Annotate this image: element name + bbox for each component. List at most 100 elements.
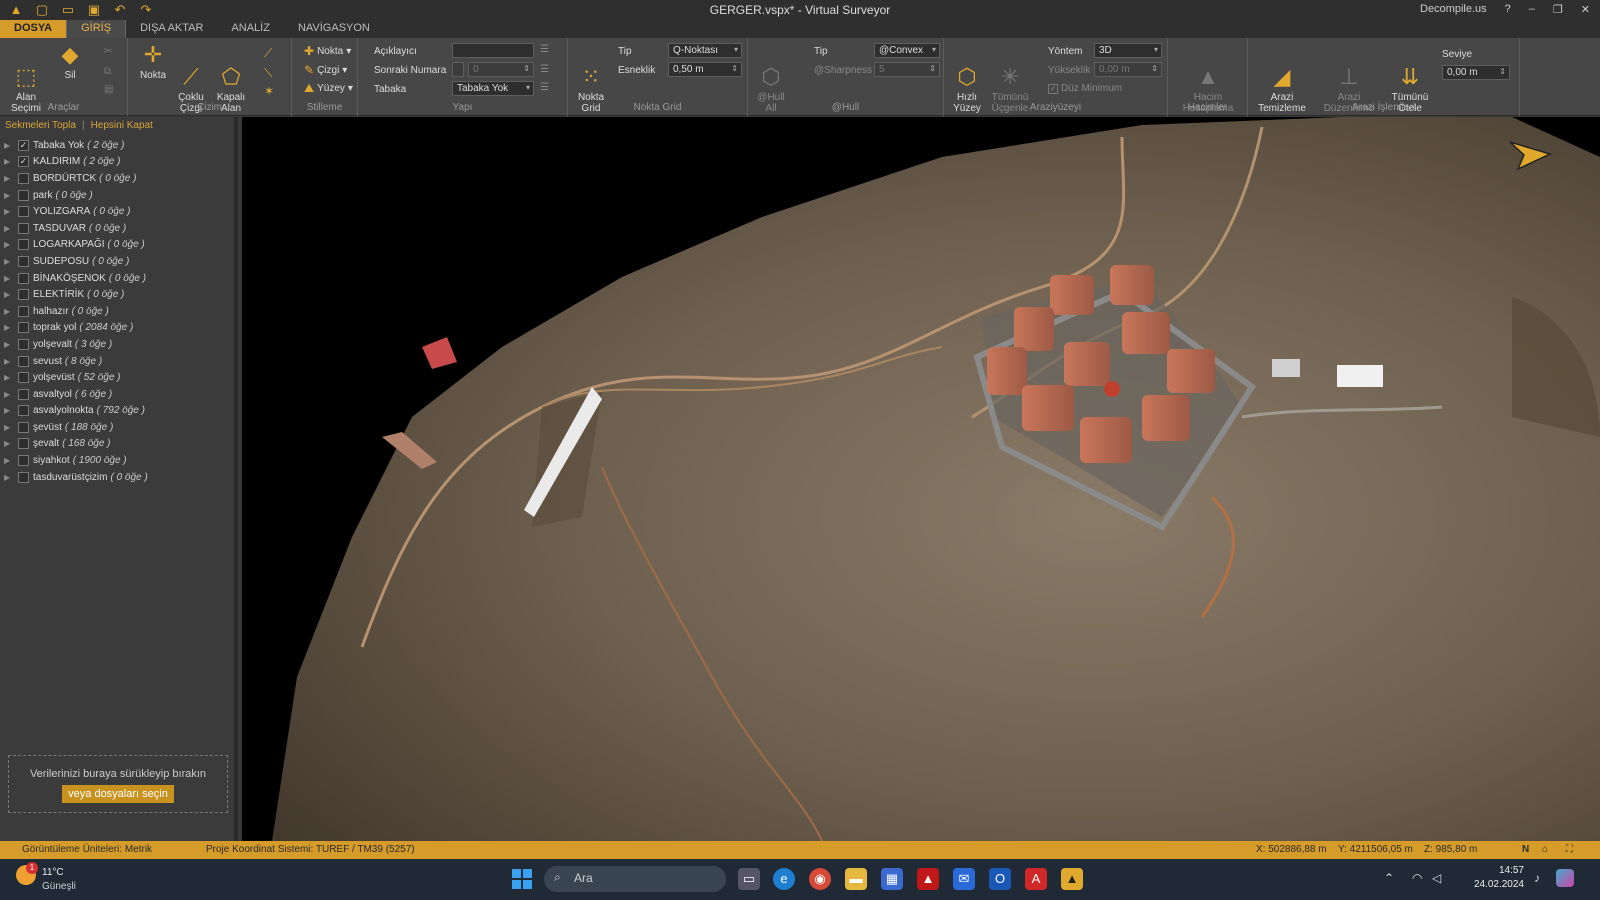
layer-row[interactable]: ▶ yolşevüst( 52 öğe ) (4, 369, 232, 386)
close-all-link[interactable]: Hepsini Kapat (91, 120, 153, 131)
layer-checkbox[interactable] (18, 421, 29, 433)
expand-icon[interactable]: ▶ (4, 323, 18, 332)
layer-checkbox[interactable] (18, 405, 29, 417)
layer-row[interactable]: ▶ SUDEPOSU( 0 öğe ) (4, 253, 232, 270)
next-number-checkbox[interactable] (452, 62, 464, 77)
draw-tool-2-icon[interactable]: ⟍ (264, 66, 272, 81)
save-icon[interactable]: ▣ (86, 2, 102, 18)
layer-row[interactable]: ▶ sevust( 8 öğe ) (4, 353, 232, 370)
expand-icon[interactable]: ▶ (4, 157, 18, 166)
layer-row[interactable]: ▶ asvalyolnokta( 792 öğe ) (4, 403, 232, 420)
tab-disa-aktar[interactable]: DIŞA AKTAR (126, 20, 217, 38)
layer-checkbox[interactable] (18, 322, 29, 334)
layer-row[interactable]: ▶ park( 0 öğe ) (4, 187, 232, 204)
layer-checkbox[interactable] (18, 239, 29, 251)
expand-icon[interactable]: ▶ (4, 257, 18, 266)
layer-checkbox[interactable] (18, 222, 29, 234)
point-button[interactable]: ✛ Nokta (138, 42, 168, 81)
decompile-link[interactable]: Decompile.us (1420, 3, 1487, 16)
next-number-input[interactable]: 0 ⇕ (468, 62, 534, 77)
flat-minimum-checkbox[interactable]: ✓ Düz Minimum (1048, 83, 1122, 94)
mail-icon[interactable]: ✉ (953, 868, 975, 890)
expand-icon[interactable]: ▶ (4, 456, 18, 465)
paste-icon[interactable]: ▤ (104, 84, 113, 95)
task-view-icon[interactable]: ▭ (738, 868, 760, 890)
expand-icon[interactable]: ▶ (4, 174, 18, 183)
layer-row[interactable]: ▶ siyahkot( 1900 öğe ) (4, 452, 232, 469)
list-icon[interactable]: ☰ (540, 44, 549, 55)
expand-icon[interactable]: ▶ (4, 473, 18, 482)
app-red-icon[interactable]: ▲ (917, 868, 939, 890)
layer-checkbox[interactable] (18, 438, 29, 450)
cut-icon[interactable]: ✂ (104, 46, 112, 57)
home-icon[interactable]: ⌂ (1542, 844, 1548, 855)
clock-time[interactable]: 14:57 (1478, 865, 1524, 876)
layer-row[interactable]: ▶ şevüst( 188 öğe ) (4, 419, 232, 436)
minimize-button[interactable]: ‒ (1529, 3, 1535, 16)
layer-checkbox[interactable]: ✓ (18, 139, 29, 151)
height-input[interactable]: 0,00 m ⇕ (1094, 62, 1162, 77)
choose-files-button[interactable]: veya dosyaları seçin (62, 785, 174, 803)
taskbar-search[interactable]: ⌕ Ara (544, 866, 726, 892)
layer-checkbox[interactable] (18, 255, 29, 267)
expand-icon[interactable]: ▶ (4, 373, 18, 382)
delete-button[interactable]: ◆ Sil (52, 42, 88, 81)
open-folder-icon[interactable]: ▭ (60, 2, 76, 18)
layer-checkbox[interactable] (18, 206, 29, 218)
chrome-icon[interactable]: ◉ (809, 868, 831, 890)
edge-icon[interactable]: e (773, 868, 795, 890)
expand-icon[interactable]: ▶ (4, 274, 18, 283)
new-file-icon[interactable]: ▢ (34, 2, 50, 18)
layer-checkbox[interactable] (18, 388, 29, 400)
flexibility-input[interactable]: 0,50 m ⇕ (668, 62, 742, 77)
layer-row[interactable]: ▶ ✓ Tabaka Yok( 2 öğe ) (4, 137, 232, 154)
expand-icon[interactable]: ▶ (4, 240, 18, 249)
tab-giris[interactable]: GİRİŞ (66, 20, 127, 38)
expand-icon[interactable]: ▶ (4, 224, 18, 233)
expand-icon[interactable]: ▶ (4, 290, 18, 299)
hull-type-select[interactable]: @Convex ▾ (874, 43, 940, 58)
tray-chevron-icon[interactable]: ⌃ (1384, 871, 1394, 885)
wifi-icon[interactable]: ◠ (1412, 871, 1422, 885)
notification-bell-icon[interactable]: ♪ (1534, 871, 1540, 885)
style-surface-button[interactable]: ⛰ Yüzey ▾ (304, 81, 353, 96)
outlook-icon[interactable]: O (989, 868, 1011, 890)
layer-row[interactable]: ▶ ELEKTİRİK( 0 öğe ) (4, 286, 232, 303)
magic-wand-icon[interactable]: ✶ (264, 84, 274, 98)
layer-checkbox[interactable] (18, 455, 29, 467)
layer-row[interactable]: ▶ şevalt( 168 öğe ) (4, 436, 232, 453)
copilot-icon[interactable] (1556, 869, 1574, 887)
layer-row[interactable]: ▶ BİNAKÖŞENOK( 0 öğe ) (4, 270, 232, 287)
help-button[interactable]: ? (1505, 3, 1511, 16)
fullscreen-icon[interactable]: ⛶ (1566, 844, 1573, 855)
expand-icon[interactable]: ▶ (4, 406, 18, 415)
tab-dosya[interactable]: DOSYA (0, 20, 67, 38)
expand-icon[interactable]: ▶ (4, 207, 18, 216)
style-point-button[interactable]: ✚ Nokta ▾ (304, 44, 351, 58)
virtual-surveyor-icon[interactable]: ▲ (1061, 868, 1083, 890)
level-input[interactable]: 0,00 m ⇕ (1442, 65, 1510, 80)
layer-checkbox[interactable] (18, 372, 29, 384)
sharpness-input[interactable]: 5 ⇕ (874, 62, 940, 77)
method-select[interactable]: 3D ▾ (1094, 43, 1162, 58)
layer-checkbox[interactable] (18, 305, 29, 317)
list-layer-icon[interactable]: ☰ (540, 82, 549, 93)
file-explorer-icon[interactable]: ▬ (845, 868, 867, 890)
start-button[interactable] (512, 869, 532, 889)
layer-checkbox[interactable] (18, 272, 29, 284)
layer-checkbox[interactable] (18, 172, 29, 184)
restore-button[interactable]: ❐ (1553, 3, 1563, 16)
layer-row[interactable]: ▶ asvaltyol( 6 öğe ) (4, 386, 232, 403)
expand-icon[interactable]: ▶ (4, 357, 18, 366)
layer-checkbox[interactable] (18, 471, 29, 483)
layer-checkbox[interactable]: ✓ (18, 156, 29, 168)
tab-navigasyon[interactable]: NAVİGASYON (284, 20, 384, 38)
layer-row[interactable]: ▶ tasduvarüstçizim( 0 öğe ) (4, 469, 232, 486)
3d-viewport[interactable] (242, 117, 1600, 841)
clock-date[interactable]: 24.02.2024 (1470, 879, 1524, 890)
acrobat-icon[interactable]: A (1025, 868, 1047, 890)
layer-row[interactable]: ▶ LOGARKAPAĞI( 0 öğe ) (4, 237, 232, 254)
descriptor-input[interactable] (452, 43, 534, 58)
store-icon[interactable]: ▦ (881, 868, 903, 890)
close-button[interactable]: ✕ (1581, 3, 1590, 16)
